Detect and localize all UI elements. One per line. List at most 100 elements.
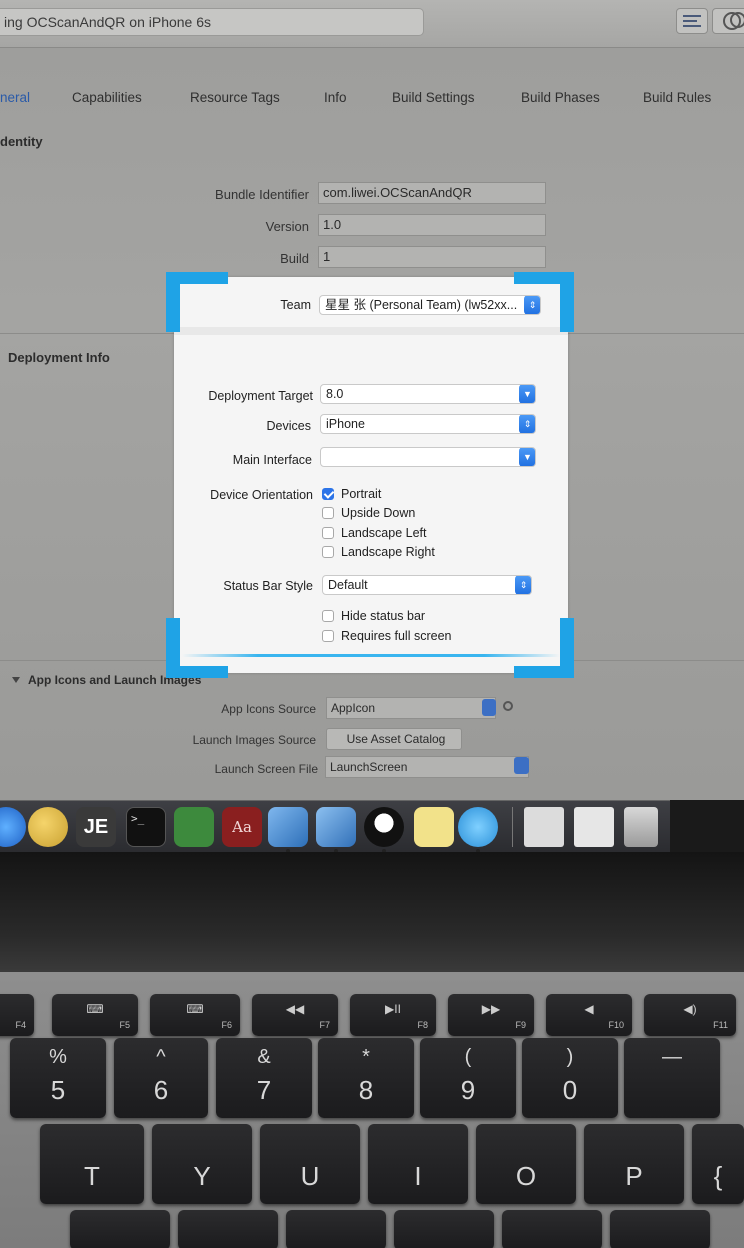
evernote-icon[interactable]: [174, 807, 214, 847]
scan-corner-top-right: [560, 272, 574, 332]
main-interface-combo[interactable]: ▼: [320, 447, 536, 467]
launch-images-source-label: Launch Images Source: [192, 733, 316, 747]
key-l[interactable]: [502, 1210, 602, 1248]
tab-general[interactable]: neral: [0, 90, 30, 105]
notes-icon[interactable]: [414, 807, 454, 847]
key-minus[interactable]: —: [624, 1038, 720, 1118]
key-f7[interactable]: ◀◀ F7: [252, 994, 338, 1036]
key-f9[interactable]: ▶▶ F9: [448, 994, 534, 1036]
key-f4[interactable]: F4: [0, 994, 34, 1036]
checkbox-label: Upside Down: [341, 506, 416, 520]
key-8[interactable]: * 8: [318, 1038, 414, 1118]
tab-build-phases[interactable]: Build Phases: [521, 90, 600, 105]
project-tab-bar: neral Capabilities Resource Tags Info Bu…: [0, 78, 744, 118]
orientation-landscape-right-checkbox[interactable]: Landscape Right: [322, 545, 435, 559]
tab-build-rules[interactable]: Build Rules: [643, 90, 711, 105]
devices-popup[interactable]: iPhone ⇕: [320, 414, 536, 434]
jetbrains-icon[interactable]: JE: [76, 807, 116, 847]
key-p[interactable]: P: [584, 1124, 684, 1204]
launch-screen-file-field[interactable]: LaunchScreen: [325, 756, 529, 778]
key-6[interactable]: ^ 6: [114, 1038, 208, 1118]
scheme-status[interactable]: ing OCScanAndQR on iPhone 6s: [0, 8, 424, 36]
hide-status-bar-checkbox[interactable]: Hide status bar: [322, 609, 425, 623]
bundle-identifier-field[interactable]: com.liwei.OCScanAndQR: [318, 182, 546, 204]
editor-button[interactable]: [676, 8, 708, 34]
key-g[interactable]: [70, 1210, 170, 1248]
deployment-target-label: Deployment Target: [208, 389, 313, 403]
key-7[interactable]: & 7: [216, 1038, 312, 1118]
key-i[interactable]: I: [368, 1124, 468, 1204]
preview-icon[interactable]: [574, 807, 614, 847]
checkbox-label: Hide status bar: [341, 609, 426, 623]
qq-icon[interactable]: [364, 807, 404, 847]
key-h[interactable]: [178, 1210, 278, 1248]
team-popup[interactable]: 星星 张 (Personal Team) (lw52xx... ⇕: [319, 295, 541, 315]
identity-section-title: dentity: [0, 134, 43, 149]
terminal-icon[interactable]: >_: [126, 807, 166, 847]
team-label: Team: [280, 298, 311, 312]
use-asset-catalog-button[interactable]: Use Asset Catalog: [326, 728, 462, 750]
orientation-portrait-checkbox[interactable]: Portrait: [322, 487, 381, 501]
key-0[interactable]: ) 0: [522, 1038, 618, 1118]
xcode-icon[interactable]: [268, 807, 308, 847]
status-bar-style-popup[interactable]: Default ⇕: [322, 575, 532, 595]
version-field[interactable]: 1.0: [318, 214, 546, 236]
xcode-alt-icon[interactable]: [316, 807, 356, 847]
checkbox-box: [322, 610, 334, 622]
status-bar-style-value: Default: [328, 578, 368, 592]
deployment-target-value: 8.0: [326, 387, 344, 401]
scan-frame-content: Team 星星 张 (Personal Team) (lw52xx... ⇕ D…: [174, 277, 568, 673]
launch-screen-file-label: Launch Screen File: [214, 762, 318, 776]
key-semicolon[interactable]: [610, 1210, 710, 1248]
bundle-identifier-label: Bundle Identifier: [215, 187, 309, 202]
tab-info[interactable]: Info: [324, 90, 347, 105]
scan-line: [182, 654, 560, 657]
tab-resource-tags[interactable]: Resource Tags: [190, 90, 280, 105]
assistant-editor-icon: [723, 12, 744, 30]
app-icons-source-label: App Icons Source: [221, 702, 316, 716]
popup-arrow-icon[interactable]: [514, 757, 529, 774]
checkbox-label: Portrait: [341, 487, 382, 501]
team-value: 星星 张 (Personal Team) (lw52xx...: [325, 298, 518, 312]
key-k[interactable]: [394, 1210, 494, 1248]
key-5[interactable]: % 5: [10, 1038, 106, 1118]
trash-icon[interactable]: [624, 807, 658, 847]
key-j[interactable]: [286, 1210, 386, 1248]
orientation-landscape-left-checkbox[interactable]: Landscape Left: [322, 526, 427, 540]
build-field[interactable]: 1: [318, 246, 546, 268]
dictionary-icon[interactable]: Aa: [222, 807, 262, 847]
scan-corner-bottom-right: [560, 618, 574, 678]
chat-icon[interactable]: [458, 807, 498, 847]
safari-icon[interactable]: [0, 807, 26, 847]
key-9[interactable]: (9: [420, 1038, 516, 1118]
xcode-toolbar: ing OCScanAndQR on iPhone 6s: [0, 0, 744, 48]
go-to-arrow-icon[interactable]: [503, 701, 513, 711]
checkmark-icon: [322, 488, 334, 500]
key-o[interactable]: O: [476, 1124, 576, 1204]
key-f5[interactable]: ⌨ F5: [52, 994, 138, 1036]
version-label: Version: [265, 219, 309, 234]
key-f10[interactable]: ◀ F10: [546, 994, 632, 1036]
scan-corner-top-left: [166, 272, 180, 332]
screenshot-icon[interactable]: [524, 807, 564, 847]
finder-like-icon[interactable]: [28, 807, 68, 847]
key-bracket[interactable]: {: [692, 1124, 744, 1204]
key-t[interactable]: T: [40, 1124, 144, 1204]
app-icons-source-popup[interactable]: AppIcon: [326, 697, 496, 719]
keyboard-deck: F4 ⌨ F5 ⌨ F6 ◀◀ F7 ▶II F8 ▶▶ F9 ◀ F10 ◀) F11 % 5…: [0, 972, 744, 1248]
popup-arrow-icon[interactable]: [482, 699, 496, 716]
requires-full-screen-checkbox[interactable]: Requires full screen: [322, 629, 451, 643]
orientation-upside-down-checkbox[interactable]: Upside Down: [322, 506, 415, 520]
key-f6[interactable]: ⌨ F6: [150, 994, 240, 1036]
key-f8[interactable]: ▶II F8: [350, 994, 436, 1036]
key-u[interactable]: U: [260, 1124, 360, 1204]
disclosure-triangle-icon[interactable]: [12, 677, 20, 683]
devices-label: Devices: [266, 419, 311, 433]
tab-capabilities[interactable]: Capabilities: [72, 90, 142, 105]
tab-build-settings[interactable]: Build Settings: [392, 90, 475, 105]
key-f11[interactable]: ◀) F11: [644, 994, 736, 1036]
laptop-bezel: [0, 852, 744, 972]
assistant-editor-button[interactable]: [712, 8, 744, 34]
deployment-target-combo[interactable]: 8.0 ▼: [320, 384, 536, 404]
key-y[interactable]: Y: [152, 1124, 252, 1204]
